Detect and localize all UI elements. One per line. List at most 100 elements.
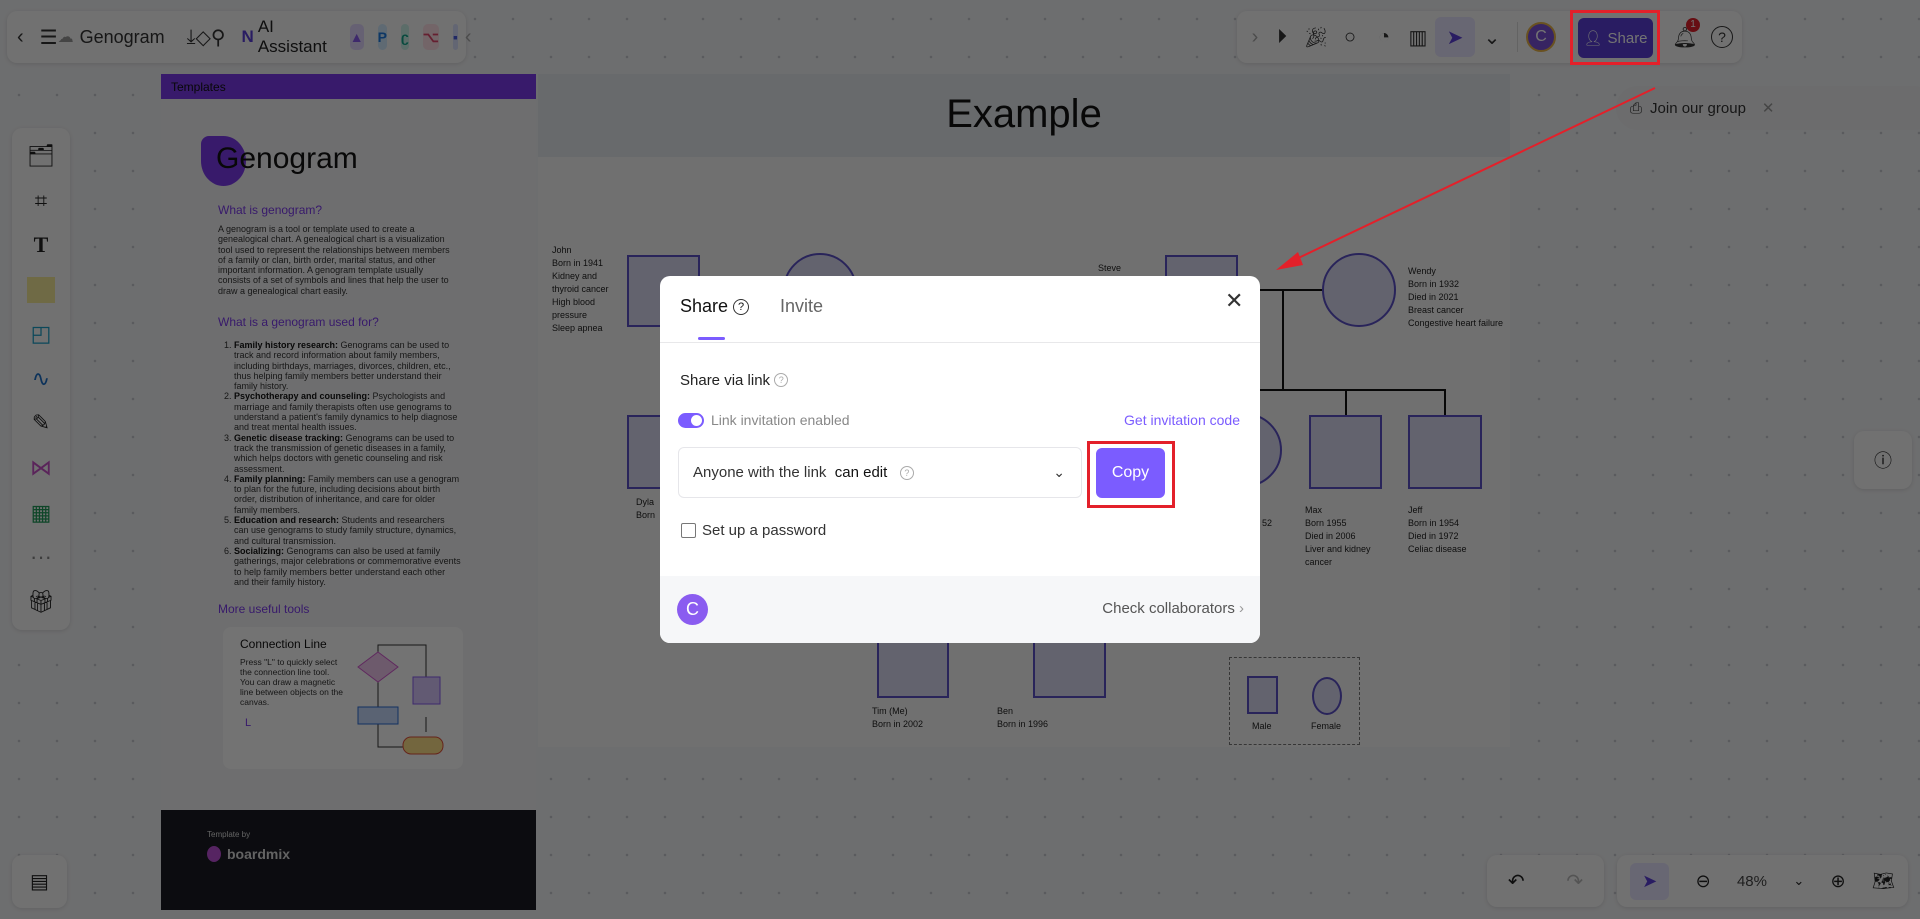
connection-line-card[interactable]: Connection Line Press "L" to quickly sel…	[223, 627, 463, 769]
outline-button[interactable]: ▤	[12, 855, 67, 908]
redo-icon[interactable]: ↷	[1566, 869, 1583, 894]
share-via-link-label: Share via link ?	[680, 372, 789, 389]
top-right-toolbar: › ⏵ 🎉︎ ○ ◔ ▥ ➤ ⌄ C	[1237, 11, 1742, 63]
legend-female: Female	[1311, 721, 1342, 731]
map-icon[interactable]: 🗺︎	[1872, 871, 1895, 892]
comment-icon[interactable]: ○	[1333, 20, 1367, 54]
more-icon[interactable]: ⌄	[1475, 20, 1509, 54]
password-checkbox[interactable]	[681, 523, 696, 538]
connector-icon[interactable]: ∿	[32, 366, 50, 392]
table-icon[interactable]: ▦	[31, 500, 52, 526]
label-steve: Steve	[1098, 263, 1122, 273]
mindmap-app-icon[interactable]: ʗ	[401, 24, 409, 50]
shape-icon[interactable]: ◰	[31, 321, 52, 347]
menu-icon[interactable]: ☰	[40, 20, 58, 54]
back-icon[interactable]: ‹	[17, 20, 24, 54]
share-button[interactable]: 👤︎ Share	[1578, 18, 1653, 58]
label-tim: Tim (Me) Born in 2002	[872, 706, 924, 729]
intro-text: A genogram is a tool or template used to…	[218, 224, 450, 296]
tab-share[interactable]: Share ?	[680, 296, 750, 317]
chevron-down-icon: ⌄	[1053, 464, 1065, 480]
sticky-note-icon[interactable]	[27, 276, 55, 303]
board-title[interactable]: Genogram	[80, 27, 165, 48]
p-app-icon[interactable]: P	[377, 24, 387, 50]
use-item: Psychotherapy and counseling: Psychologi…	[234, 391, 461, 432]
help-icon[interactable]: ?	[899, 465, 914, 480]
dialog-footer: C Check collaborators ›	[660, 576, 1260, 643]
zoom-level[interactable]: 48%	[1737, 873, 1767, 890]
ai-assistant-button[interactable]: N AI Assistant	[242, 17, 327, 57]
password-label: Set up a password	[702, 522, 827, 539]
more-tools-icon[interactable]: ···	[30, 544, 52, 570]
flowchart-illustration	[357, 644, 444, 755]
label-partial: 52	[1262, 518, 1273, 528]
close-icon[interactable]: ✕	[1762, 99, 1775, 117]
ben-node[interactable]	[1033, 643, 1106, 698]
text-icon[interactable]: T	[34, 232, 49, 258]
tim-node[interactable]	[877, 643, 949, 698]
zoom-out-icon[interactable]: ⊖	[1696, 871, 1711, 892]
celebrate-icon[interactable]: 🎉︎	[1299, 20, 1333, 54]
tag-icon[interactable]: ◇	[196, 20, 211, 54]
label-ben: Ben Born in 1996	[997, 706, 1049, 729]
follow-cursor-icon[interactable]: ➤	[1435, 17, 1475, 57]
card-text: Press "L" to quickly select the connecti…	[240, 657, 344, 707]
canvas-title: Example	[538, 74, 1510, 157]
chevron-right-icon: ›	[1239, 600, 1244, 617]
copy-button[interactable]: Copy	[1096, 448, 1165, 498]
legend-male-icon	[1247, 676, 1278, 714]
frame-icon[interactable]: ⌗	[35, 188, 47, 214]
close-icon[interactable]: ✕	[1225, 288, 1243, 314]
help-icon[interactable]: ?	[774, 373, 789, 387]
share-dialog: Share ? Invite ✕ Share via link ? Link i…	[660, 276, 1260, 643]
mindmap-icon[interactable]: ⋈	[30, 455, 52, 481]
permission-dropdown[interactable]: Anyone with the link can edit ? ⌄	[678, 447, 1082, 498]
present-icon[interactable]: ⏵	[1265, 20, 1299, 54]
jeff-node[interactable]	[1408, 415, 1482, 489]
zoom-in-icon[interactable]: ⊕	[1831, 871, 1846, 892]
zoom-dropdown-icon[interactable]: ⌄	[1793, 873, 1804, 889]
use-item: Family planning: Family members can use …	[234, 474, 461, 515]
timer-icon[interactable]: ◔	[1367, 20, 1401, 54]
search-icon[interactable]: ⚲	[211, 20, 226, 54]
avatar[interactable]: C	[1526, 22, 1556, 52]
image-app-icon[interactable]: ▲	[349, 24, 364, 50]
label-max: Max Born 1955 Died in 2006 Liver and kid…	[1305, 505, 1371, 567]
tab-invite[interactable]: Invite	[780, 296, 823, 317]
get-invitation-code-link[interactable]: Get invitation code	[1124, 412, 1240, 428]
flow-app-icon[interactable]: ⌥	[422, 24, 439, 50]
vote-icon[interactable]: ▥	[1401, 20, 1435, 54]
templates-icon[interactable]: 🗂︎	[27, 143, 55, 169]
plugins-icon[interactable]: 🎁︎	[27, 589, 55, 615]
active-tab-indicator	[698, 337, 725, 340]
heading-uses: What is a genogram used for?	[218, 315, 379, 329]
cloud-saved-icon: ☁	[57, 29, 74, 46]
max-drop-line	[1345, 390, 1347, 415]
template-panel: Templates Genogram What is genogram? A g…	[161, 74, 536, 910]
help-icon[interactable]: ?	[733, 299, 750, 315]
pen-icon[interactable]: ✎	[32, 410, 50, 436]
use-item: Education and research: Students and res…	[234, 515, 461, 546]
info-button[interactable]: ⓘ	[1854, 431, 1912, 489]
collapse-icon[interactable]: ‹	[465, 20, 472, 54]
footer-by: Template by	[207, 830, 251, 839]
heading-tools: More useful tools	[218, 602, 310, 616]
download-icon[interactable]: ⤓	[187, 20, 196, 54]
heading-what: What is genogram?	[218, 203, 323, 217]
join-group[interactable]: ⎙ Join our group ✕	[1616, 86, 1920, 130]
select-tool-icon[interactable]: ➤	[1630, 862, 1670, 900]
undo-icon[interactable]: ↶	[1508, 869, 1525, 894]
info-icon: ⓘ	[1874, 451, 1892, 471]
max-node[interactable]	[1309, 415, 1382, 489]
chat-app-icon[interactable]: ▪	[452, 24, 458, 50]
help-icon[interactable]: ?	[1705, 20, 1739, 54]
label-dylan: Dyla Born	[636, 497, 656, 520]
expand-icon[interactable]: ›	[1245, 20, 1265, 54]
link-invitation-toggle[interactable]	[678, 413, 704, 428]
add-user-icon: 👤︎	[1583, 30, 1603, 47]
check-collaborators-link[interactable]: Check collaborators ›	[1102, 600, 1244, 617]
card-key: L	[245, 717, 252, 729]
history-controls: ↶ ↷	[1487, 855, 1604, 907]
wendy-node[interactable]	[1322, 253, 1396, 327]
legend-female-icon	[1312, 677, 1342, 715]
